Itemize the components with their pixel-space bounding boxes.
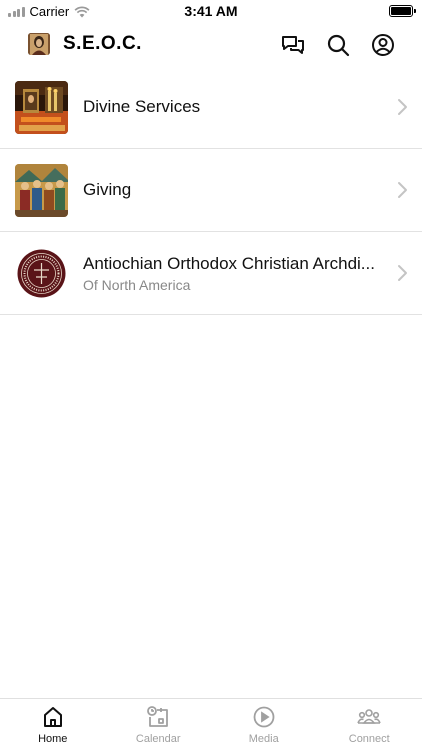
status-time: 3:41 AM [184, 3, 238, 19]
list-item-text: Antiochian Orthodox Christian Archdi... … [83, 232, 382, 314]
icon-painting-image [15, 164, 68, 217]
tab-label: Media [248, 733, 279, 745]
play-icon [253, 706, 275, 728]
chevron-right-icon [396, 264, 408, 282]
candles-icon-image [15, 81, 68, 134]
tab-media[interactable]: Media [211, 699, 317, 750]
chevron-right-icon [396, 98, 408, 116]
profile-icon[interactable] [370, 32, 396, 58]
chevron-right-icon [396, 181, 408, 199]
list-item-archdiocese[interactable]: Antiochian Orthodox Christian Archdi... … [0, 232, 422, 315]
tab-label: Home [38, 733, 68, 745]
app-logo[interactable] [28, 33, 50, 55]
list-item-title: Giving [83, 180, 132, 199]
content-list: Divine Services Giving Antiochian Orthod… [0, 66, 422, 315]
list-item-text: Divine Services [83, 66, 382, 148]
tab-bar: Home Calendar Media Connect [0, 698, 422, 750]
tab-home[interactable]: Home [0, 699, 106, 750]
tab-label: Connect [348, 733, 390, 745]
app-title: S.E.O.C. [63, 33, 142, 54]
archdiocese-seal-image [15, 247, 68, 300]
calendar-icon [147, 706, 169, 727]
tab-connect[interactable]: Connect [317, 699, 422, 750]
status-bar: Carrier 3:41 AM [0, 0, 422, 22]
people-icon [357, 709, 381, 724]
chat-icon[interactable] [280, 32, 306, 58]
list-item-subtitle: Of North America [83, 276, 191, 293]
list-item-divine-services[interactable]: Divine Services [0, 66, 422, 149]
list-item-title: Divine Services [83, 97, 201, 116]
battery-icon [389, 5, 416, 17]
search-icon[interactable] [325, 32, 351, 58]
list-item-text: Giving [83, 149, 382, 231]
app-header: S.E.O.C. [0, 22, 422, 66]
home-icon [43, 707, 62, 727]
tab-calendar[interactable]: Calendar [106, 699, 212, 750]
list-item-giving[interactable]: Giving [0, 149, 422, 232]
tab-label: Calendar [135, 733, 181, 745]
list-item-title: Antiochian Orthodox Christian Archdi... [83, 253, 375, 273]
